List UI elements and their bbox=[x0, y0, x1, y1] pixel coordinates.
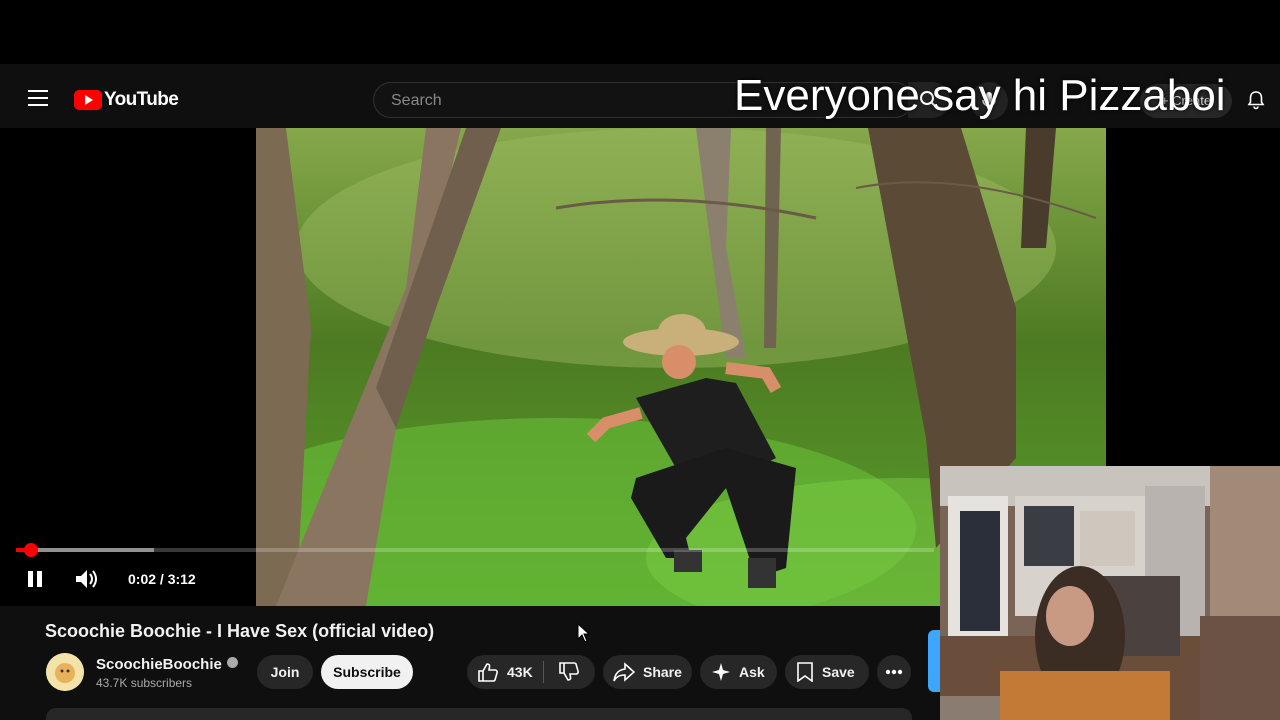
verified-icon bbox=[226, 657, 238, 668]
top-black-bar bbox=[0, 0, 1280, 64]
subscribe-button[interactable]: Subscribe bbox=[321, 655, 413, 689]
like-dislike-group: 43K bbox=[467, 655, 595, 689]
pause-icon[interactable] bbox=[26, 570, 44, 588]
join-button[interactable]: Join bbox=[257, 655, 313, 689]
channel-name-text: ScoochieBoochie bbox=[96, 656, 222, 673]
sparkle-icon bbox=[712, 663, 730, 681]
webcam-overlay bbox=[940, 466, 1280, 720]
menu-icon[interactable] bbox=[28, 90, 48, 106]
channel-name[interactable]: ScoochieBoochie bbox=[96, 656, 238, 673]
like-count: 43K bbox=[507, 664, 533, 680]
more-icon bbox=[885, 669, 903, 675]
ask-label: Ask bbox=[739, 664, 765, 680]
description-box[interactable] bbox=[46, 708, 912, 720]
youtube-logo[interactable]: YouTube bbox=[74, 89, 179, 111]
webcam-scene bbox=[940, 466, 1280, 720]
video-player[interactable] bbox=[0, 128, 1106, 606]
avatar[interactable] bbox=[46, 653, 84, 691]
dislike-icon bbox=[559, 662, 579, 681]
progress-scrubber[interactable] bbox=[24, 543, 38, 557]
avatar-image bbox=[46, 653, 84, 691]
time-display: 0:02 / 3:12 bbox=[128, 571, 196, 587]
like-icon bbox=[478, 663, 498, 682]
ask-button[interactable]: Ask bbox=[700, 655, 777, 689]
progress-bar[interactable] bbox=[16, 548, 934, 552]
logo-text: YouTube bbox=[104, 89, 179, 110]
player-side-area bbox=[1106, 128, 1280, 466]
save-button[interactable]: Save bbox=[785, 655, 869, 689]
save-label: Save bbox=[822, 664, 855, 680]
share-label: Share bbox=[643, 664, 682, 680]
share-icon bbox=[613, 662, 635, 682]
share-button[interactable]: Share bbox=[603, 655, 692, 689]
more-button[interactable] bbox=[877, 655, 911, 689]
bell-icon[interactable] bbox=[1246, 90, 1266, 110]
sidebar-edge bbox=[928, 630, 940, 692]
stream-overlay-text: Everyone say hi Pizzaboi bbox=[734, 71, 1226, 120]
subscriber-count: 43.7K subscribers bbox=[96, 676, 193, 690]
like-button[interactable]: 43K bbox=[467, 662, 543, 682]
volume-icon[interactable] bbox=[74, 568, 100, 590]
save-icon bbox=[797, 662, 813, 682]
cursor-icon bbox=[577, 623, 591, 643]
video-title: Scoochie Boochie - I Have Sex (official … bbox=[45, 621, 435, 641]
youtube-logo-icon bbox=[74, 90, 102, 110]
dislike-button[interactable] bbox=[544, 662, 594, 682]
